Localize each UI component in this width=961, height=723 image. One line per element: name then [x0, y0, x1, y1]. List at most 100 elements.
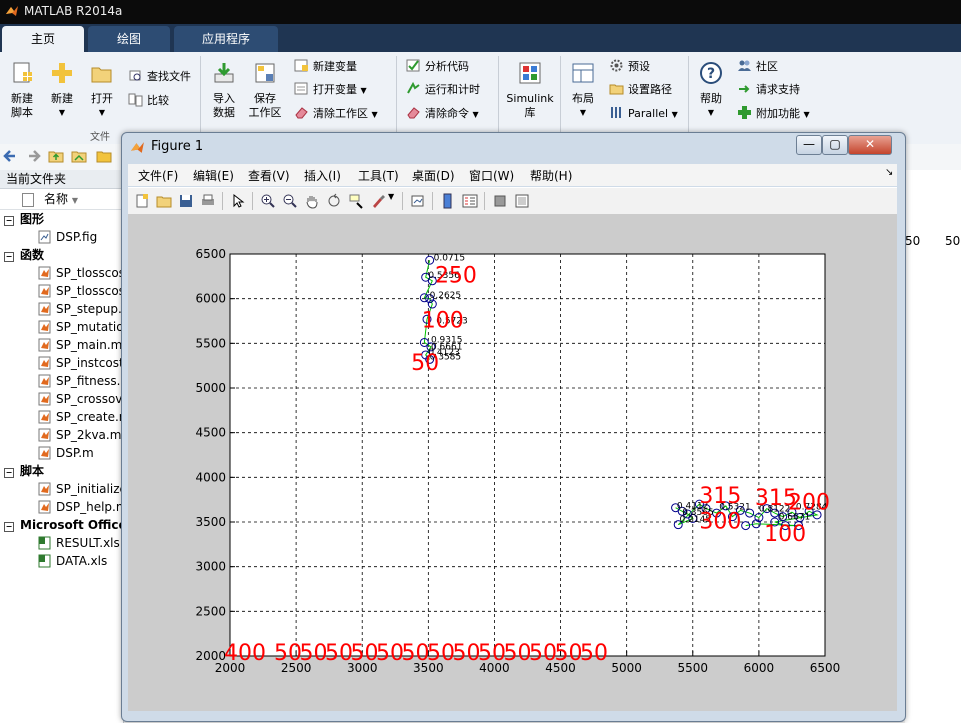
zoom-in-icon[interactable] [260, 193, 276, 209]
file-item[interactable]: DSP.fig [0, 228, 123, 246]
file-item[interactable]: SP_instcost [0, 354, 123, 372]
hide-plot-tools-icon[interactable] [492, 193, 508, 209]
menu-file[interactable]: 文件(F) [138, 167, 178, 184]
back-arrow-icon[interactable] [3, 148, 19, 164]
community-button[interactable]: 社区 [737, 57, 778, 77]
simulink-library-button[interactable]: Simulink 库 [505, 56, 555, 120]
analyze-code-button[interactable]: 分析代码 [406, 57, 469, 77]
file-item[interactable]: SP_initialize [0, 480, 123, 498]
axis-node-label: 50 [580, 641, 608, 666]
forward-arrow-icon[interactable] [25, 148, 41, 164]
collapse-icon[interactable]: − [4, 522, 14, 532]
toolbar-separator [402, 192, 403, 210]
open-file-icon[interactable] [156, 193, 172, 209]
import-data-button[interactable]: 导入 数据 [202, 56, 246, 120]
open-variable-button[interactable]: 打开变量 ▼ [294, 80, 367, 100]
select-pointer-icon[interactable] [230, 193, 246, 209]
minimize-button[interactable]: — [796, 135, 822, 155]
m-file-icon [38, 356, 51, 370]
menu-tools[interactable]: 工具(T) [358, 167, 399, 184]
add-ons-button[interactable]: 附加功能 ▼ [737, 104, 810, 124]
brush-icon[interactable] [370, 193, 386, 209]
minimize-icon: — [803, 137, 815, 151]
menu-desktop[interactable]: 桌面(D) [412, 167, 455, 184]
show-plot-tools-icon[interactable] [514, 193, 530, 209]
dock-arrow-icon[interactable]: ↘ [885, 167, 893, 178]
save-workspace-button[interactable]: 保存 工作区 [243, 56, 287, 120]
file-item[interactable]: SP_tlosscos [0, 264, 123, 282]
folder-icon[interactable] [96, 148, 112, 164]
rotate-3d-icon[interactable] [326, 193, 342, 209]
file-item[interactable]: DATA.xls [0, 552, 123, 570]
colorbar-icon[interactable] [440, 193, 456, 209]
file-item[interactable]: RESULT.xls [0, 534, 123, 552]
new-variable-button[interactable]: 新建变量 [294, 57, 357, 77]
clear-workspace-button[interactable]: 清除工作区 ▼ [294, 104, 378, 124]
collapse-icon[interactable]: − [4, 216, 14, 226]
file-item[interactable]: SP_create.m [0, 408, 123, 426]
file-item[interactable]: SP_crossov [0, 390, 123, 408]
browse-folder-icon[interactable] [71, 148, 87, 164]
link-plot-icon[interactable] [410, 193, 426, 209]
zoom-out-icon[interactable] [282, 193, 298, 209]
run-time-icon [407, 81, 420, 94]
preferences-button[interactable]: 预设 [609, 57, 650, 77]
file-item[interactable]: SP_main.m [0, 336, 123, 354]
new-figure-icon[interactable] [134, 193, 150, 209]
node-label: 50 [411, 351, 439, 376]
parallel-button[interactable]: Parallel ▼ [609, 104, 678, 124]
chevron-down-icon[interactable]: ▼ [388, 192, 394, 201]
open-button[interactable]: 打开 ▼ [80, 56, 124, 120]
collapse-icon[interactable]: − [4, 252, 14, 262]
clear-commands-button[interactable]: 清除命令 ▼ [406, 104, 479, 124]
menu-view[interactable]: 查看(V) [248, 167, 290, 184]
help-button[interactable]: ? 帮助 ▼ [689, 56, 733, 120]
data-cursor-icon[interactable] [348, 193, 364, 209]
tab-plots[interactable]: 绘图 [88, 26, 170, 52]
save-icon[interactable] [178, 193, 194, 209]
file-item[interactable]: DSP_help.m [0, 498, 123, 516]
layout-button[interactable]: 布局 ▼ [561, 56, 605, 120]
new-script-button[interactable]: 新建 脚本 [0, 56, 44, 120]
close-button[interactable]: ✕ [848, 135, 892, 155]
compare-button[interactable]: 比较 [128, 91, 169, 111]
figure-window: Figure 1 — ▢ ✕ 文件(F) 编辑(E) 查看(V) 插入(I) 工… [121, 132, 906, 722]
file-item[interactable]: SP_stepup.m [0, 300, 123, 318]
file-item[interactable]: DSP.m [0, 444, 123, 462]
set-path-button[interactable]: 设置路径 [609, 80, 672, 100]
request-support-button[interactable]: 请求支持 [737, 80, 800, 100]
find-files-button[interactable]: 查找文件 [128, 67, 191, 87]
file-item[interactable]: SP_2kva.m [0, 426, 123, 444]
tab-home[interactable]: 主页 [2, 26, 84, 52]
file-item[interactable]: SP_mutatio [0, 318, 123, 336]
new-button[interactable]: 新建 ▼ [40, 56, 84, 120]
figure-titlebar[interactable]: Figure 1 — ▢ ✕ [122, 133, 905, 161]
community-label: 社区 [756, 60, 778, 73]
print-icon[interactable] [200, 193, 216, 209]
file-item[interactable]: SP_tlosscos [0, 282, 123, 300]
menu-window[interactable]: 窗口(W) [469, 167, 514, 184]
menu-edit[interactable]: 编辑(E) [193, 167, 234, 184]
folder-group[interactable]: − 图形 [0, 210, 123, 228]
run-and-time-button[interactable]: 运行和计时 [406, 80, 480, 100]
new-variable-icon [294, 59, 308, 72]
axis-node-label: 50 [529, 641, 557, 666]
tab-apps[interactable]: 应用程序 [174, 26, 278, 52]
compare-icon [128, 93, 143, 107]
collapse-icon[interactable]: − [4, 468, 14, 478]
m-file-icon [38, 320, 51, 334]
pan-hand-icon[interactable] [304, 193, 320, 209]
legend-icon[interactable] [462, 193, 478, 209]
maximize-button[interactable]: ▢ [822, 135, 848, 155]
menu-insert[interactable]: 插入(I) [304, 167, 341, 184]
folder-group[interactable]: − 函数 [0, 246, 123, 264]
folder-group[interactable]: − Microsoft Office [0, 516, 127, 534]
analyze-code-icon [406, 59, 420, 72]
menu-help[interactable]: 帮助(H) [530, 167, 572, 184]
name-column-header[interactable]: 名称 ▼ [0, 189, 123, 210]
scatter-plot[interactable]: 2000 2500 3000 3500 4000 4500 5000 5500 6000 6500… [128, 214, 897, 711]
file-item[interactable]: SP_fitness.m [0, 372, 123, 390]
folder-group[interactable]: − 脚本 [0, 462, 123, 480]
node-label: 250 [435, 264, 477, 289]
up-folder-icon[interactable] [48, 148, 64, 164]
